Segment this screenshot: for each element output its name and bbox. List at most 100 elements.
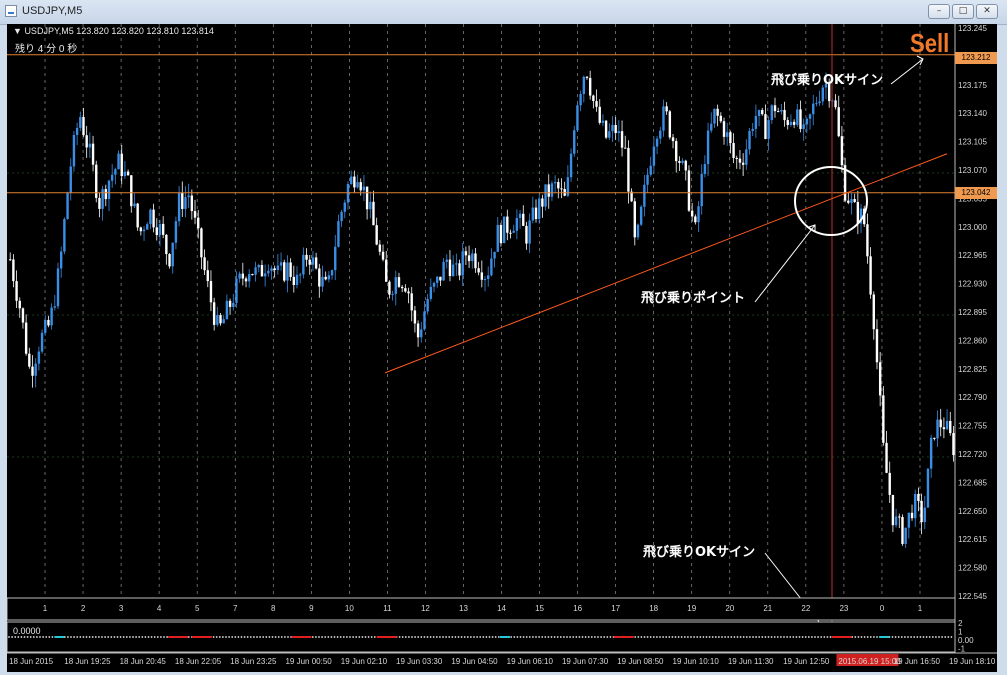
indicator-dot bbox=[398, 636, 401, 638]
indicator-dot bbox=[764, 636, 767, 638]
indicator-dot bbox=[318, 636, 320, 638]
restore-button[interactable]: □ bbox=[952, 4, 974, 19]
indicator-dot bbox=[268, 636, 271, 638]
indicator-dot bbox=[218, 636, 221, 638]
candle-body bbox=[458, 263, 461, 276]
day-label: 5 bbox=[195, 604, 200, 613]
candle-body bbox=[528, 220, 531, 244]
time-tick-label: 19 Jun 18:10 bbox=[949, 657, 996, 666]
candle-body bbox=[815, 103, 818, 105]
day-label: 8 bbox=[271, 604, 276, 613]
time-tick-label: 19 Jun 00:50 bbox=[285, 657, 332, 666]
indicator-dot bbox=[637, 636, 640, 638]
candle-body bbox=[850, 199, 853, 203]
price-tick-label: 123.245 bbox=[958, 24, 987, 33]
candle-body bbox=[659, 130, 662, 139]
indicator-dot bbox=[160, 636, 162, 638]
indicator-dot bbox=[640, 636, 643, 638]
day-label-row bbox=[7, 597, 956, 621]
candle-body bbox=[184, 197, 187, 209]
candle-body bbox=[878, 362, 882, 396]
window-titlebar[interactable]: USDJPY,M5 – □ ✕ bbox=[0, 0, 1007, 25]
indicator-dot bbox=[457, 636, 460, 638]
close-button[interactable]: ✕ bbox=[976, 4, 998, 19]
candle-body bbox=[598, 106, 601, 123]
candle-body bbox=[314, 257, 318, 269]
price-tick-label: 122.615 bbox=[958, 535, 987, 544]
candle-body bbox=[375, 225, 378, 245]
candle-body bbox=[553, 182, 557, 184]
indicator-dot bbox=[122, 636, 125, 638]
indicator-dot bbox=[373, 636, 376, 638]
candle-body bbox=[805, 118, 809, 125]
indicator-dot bbox=[711, 636, 714, 638]
candle-body bbox=[668, 111, 672, 138]
indicator-dot bbox=[752, 636, 754, 638]
candle-body bbox=[149, 209, 152, 225]
indicator-dot bbox=[76, 636, 79, 638]
indicator-dot bbox=[327, 636, 330, 638]
indicator-dot bbox=[904, 636, 906, 638]
indicator-dot bbox=[786, 636, 788, 638]
indicator-dot bbox=[488, 636, 491, 638]
day-label: 20 bbox=[725, 604, 734, 613]
price-tick-label: 122.545 bbox=[958, 592, 987, 601]
candle-body bbox=[359, 182, 362, 191]
indicator-dot bbox=[333, 636, 336, 638]
candle-body bbox=[397, 277, 401, 287]
time-tick-label: 18 Jun 20:45 bbox=[120, 657, 167, 666]
candle-body bbox=[891, 494, 895, 526]
candle-body bbox=[694, 216, 697, 223]
price-tick-label: 123.175 bbox=[958, 81, 987, 90]
candle-body bbox=[324, 276, 327, 280]
candle-body bbox=[949, 420, 952, 434]
indicator-dot bbox=[98, 636, 100, 638]
candlestick-chart-svg[interactable]: 123.245123.210123.175123.140123.105123.0… bbox=[7, 24, 997, 672]
candle-body bbox=[812, 103, 815, 115]
indicator-signal-red bbox=[376, 636, 397, 638]
candle-body bbox=[432, 282, 436, 287]
indicator-dot bbox=[45, 636, 48, 638]
indicator-dot bbox=[674, 636, 677, 638]
collapse-triangle-icon[interactable]: ▼ bbox=[13, 26, 22, 36]
candle-body bbox=[276, 265, 280, 270]
candle-body bbox=[311, 257, 315, 265]
candle-body bbox=[573, 130, 576, 154]
candle-body bbox=[898, 516, 901, 518]
candle-body bbox=[684, 160, 687, 171]
indicator-dot bbox=[79, 636, 82, 638]
day-label: 15 bbox=[535, 604, 544, 613]
indicator-dot bbox=[783, 636, 785, 638]
indicator-dot bbox=[243, 636, 246, 638]
window-title: USDJPY,M5 bbox=[22, 5, 83, 17]
candle-body bbox=[776, 111, 780, 113]
day-label: 7 bbox=[233, 604, 238, 613]
indicator-dot bbox=[944, 636, 947, 638]
candle-body bbox=[885, 442, 888, 473]
indicator-dot bbox=[900, 636, 903, 638]
indicator-dot bbox=[153, 636, 156, 638]
indicator-dot bbox=[101, 636, 103, 638]
indicator-dot bbox=[866, 636, 869, 638]
candle-body bbox=[515, 217, 519, 231]
candle-body bbox=[334, 246, 337, 271]
indicator-dot bbox=[758, 636, 761, 638]
indicator-dot bbox=[94, 636, 97, 638]
candle-body bbox=[273, 268, 276, 270]
candle-body bbox=[499, 224, 503, 244]
candle-body bbox=[853, 199, 856, 203]
price-chart[interactable]: 123.245123.210123.175123.140123.105123.0… bbox=[7, 24, 997, 672]
annotation-ok-sign-bottom: 飛び乗りOKサイン bbox=[643, 545, 756, 560]
indicator-dot bbox=[820, 636, 823, 638]
time-tick-label: 19 Jun 06:10 bbox=[507, 657, 554, 666]
indicator-dot bbox=[479, 636, 482, 638]
indicator-dot bbox=[702, 636, 705, 638]
price-tick-label: 122.895 bbox=[958, 308, 987, 317]
indicator-dot bbox=[116, 636, 119, 638]
candle-body bbox=[104, 189, 107, 200]
minimize-button[interactable]: – bbox=[928, 4, 950, 19]
candle-body bbox=[187, 195, 190, 198]
indicator-dot bbox=[466, 636, 469, 638]
candle-body bbox=[722, 121, 726, 137]
indicator-dot bbox=[67, 636, 69, 638]
